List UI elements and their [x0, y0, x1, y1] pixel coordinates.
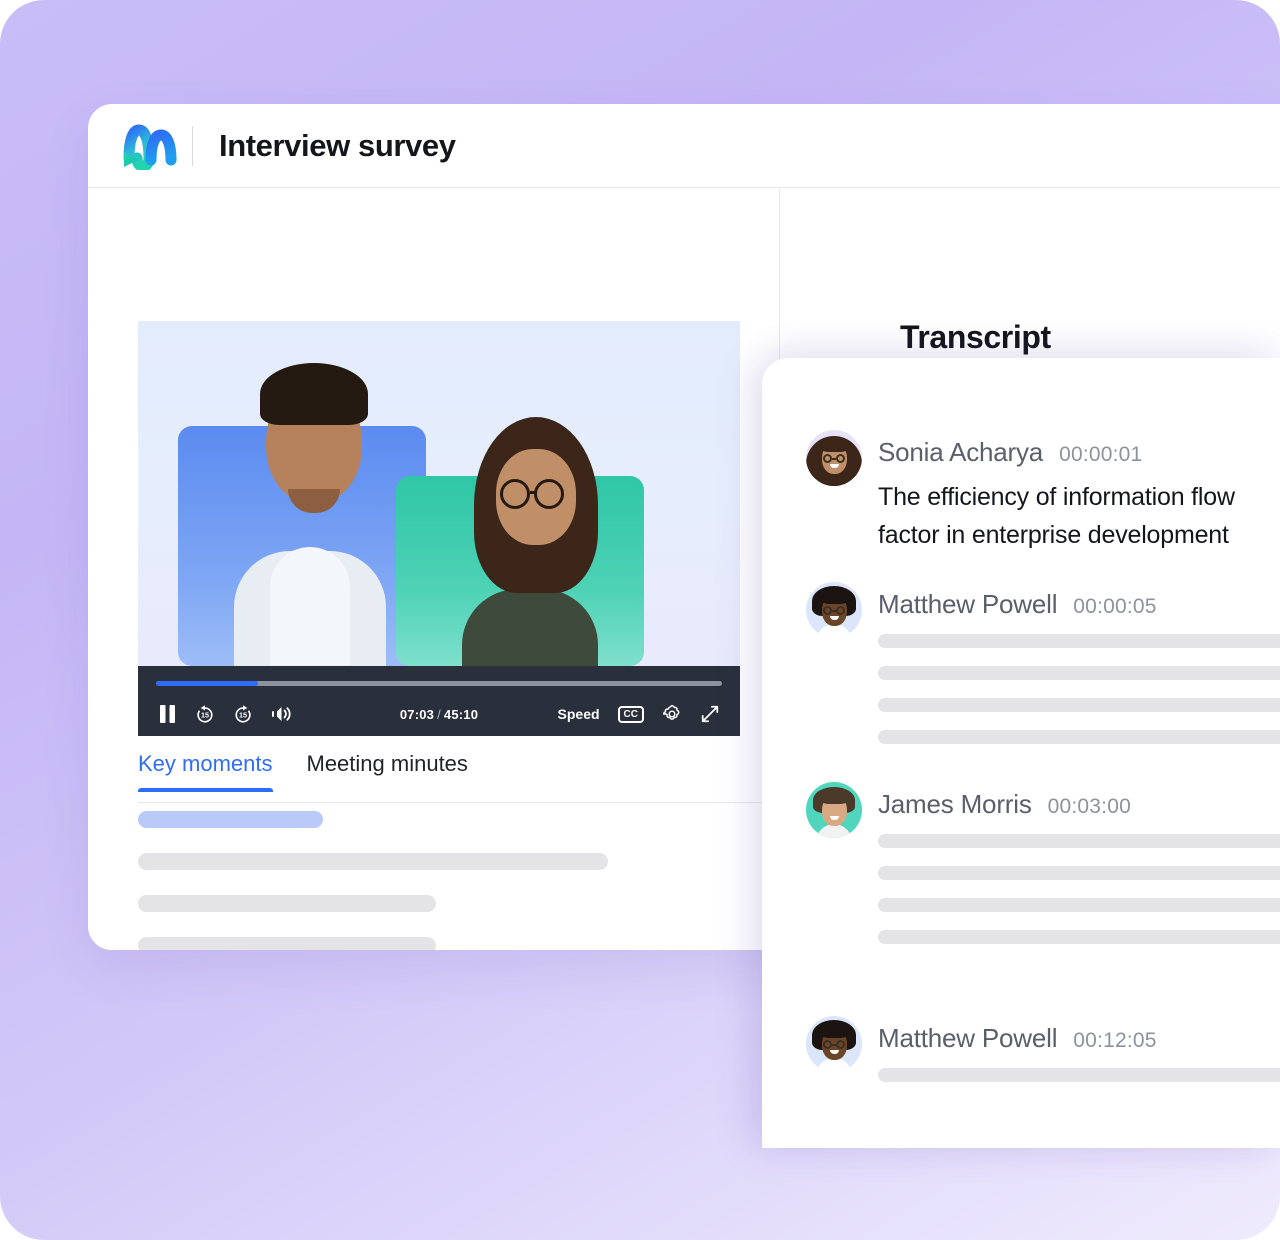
avatar-glasses-bridge — [832, 458, 836, 460]
page-backdrop: Interview survey 07:03 / 45:10 15 15 Spe… — [0, 0, 1280, 1240]
speaker-name: Matthew Powell — [878, 1023, 1058, 1053]
avatar-matthew[interactable] — [806, 1016, 862, 1072]
video-player-controls: 07:03/45:10 15 15 Speed CC — [138, 666, 740, 736]
playback-progress-fill — [156, 681, 258, 686]
expand-icon[interactable] — [700, 704, 720, 724]
avatar-matthew[interactable] — [806, 582, 862, 638]
speed-button[interactable]: Speed — [558, 706, 600, 722]
transcript-skeleton-line — [878, 666, 1280, 680]
speaker-timestamp[interactable]: 00:00:05 — [1073, 595, 1156, 619]
key-moment-line — [138, 937, 436, 950]
key-moment-line — [138, 895, 436, 912]
current-time: 07:03 — [399, 706, 435, 722]
transcript-entries-card: Sonia Acharya 00:00:01 The efficiency of i… — [762, 358, 1280, 1148]
avatar-fringe — [821, 592, 848, 604]
transcript-entry-skeleton — [878, 834, 1280, 962]
transcript-skeleton-line — [878, 634, 1280, 648]
transcript-entry-header: James Morris 00:03:00 — [878, 789, 1131, 820]
avatar-fringe — [821, 792, 848, 804]
avatar-glasses-bridge — [832, 610, 836, 612]
avatar-sonia[interactable] — [806, 430, 862, 486]
transcript-skeleton-line — [878, 898, 1280, 912]
transcript-skeleton-line — [878, 1068, 1280, 1082]
avatar-glasses-right — [836, 606, 845, 615]
playback-progress-bar[interactable] — [156, 681, 722, 686]
tab-key-moments[interactable]: Key moments — [138, 751, 273, 792]
tab-meeting-minutes[interactable]: Meeting minutes — [307, 751, 468, 791]
time-separator: / — [437, 706, 441, 722]
key-moments-list — [138, 811, 779, 950]
transcript-skeleton-line — [878, 698, 1280, 712]
avatar-james[interactable] — [806, 782, 862, 838]
avatar-glasses-right — [836, 1040, 845, 1049]
speaker-name: James Morris — [878, 789, 1032, 819]
app-header: Interview survey — [88, 104, 1280, 188]
transcript-skeleton-line — [878, 730, 1280, 744]
content-tabs: Key moments Meeting minutes — [138, 751, 779, 803]
page-title: Interview survey — [219, 127, 456, 163]
transcript-skeleton-line — [878, 866, 1280, 880]
speaker-timestamp[interactable]: 00:03:00 — [1048, 795, 1131, 819]
video-player-viewport[interactable] — [138, 321, 740, 666]
avatar-glasses-right — [836, 454, 845, 463]
avatar-glasses-left — [823, 1040, 832, 1049]
speaker-name: Matthew Powell — [878, 589, 1058, 619]
video-pane: 07:03/45:10 15 15 Speed CC Key moments M… — [88, 189, 779, 950]
speaker-timestamp[interactable]: 00:00:01 — [1059, 443, 1142, 467]
transcript-entry-header: Matthew Powell 00:12:05 — [878, 1023, 1157, 1054]
transcript-title: Transcript — [900, 319, 1051, 355]
speaker-name: Sonia Acharya — [878, 437, 1044, 467]
key-moment-line — [138, 853, 608, 870]
header-divider — [192, 125, 193, 166]
avatar-glasses-bridge — [832, 1044, 836, 1046]
avatar-glasses-left — [823, 606, 832, 615]
transcript-entry-text: The efficiency of information flow factor… — [878, 478, 1280, 554]
transcript-text-line: The efficiency of information flow — [878, 483, 1235, 511]
transcript-entry-skeleton — [878, 1068, 1280, 1100]
transcript-entry-header: Matthew Powell 00:00:05 — [878, 589, 1157, 620]
avatar-glasses-left — [823, 454, 832, 463]
avatar-fringe — [821, 440, 848, 452]
transcript-text-line: factor in enterprise development — [878, 521, 1229, 549]
movingimage-logo-icon[interactable] — [118, 122, 180, 170]
transcript-skeleton-line — [878, 834, 1280, 848]
key-moment-line — [138, 811, 323, 828]
transcript-skeleton-line — [878, 930, 1280, 944]
transcript-entry-skeleton — [878, 634, 1280, 762]
closed-captions-button[interactable]: CC — [617, 705, 644, 723]
total-time: 45:10 — [443, 706, 479, 722]
transcript-entry-header: Sonia Acharya 00:00:01 — [878, 437, 1142, 468]
gear-icon[interactable] — [662, 704, 682, 724]
avatar-fringe — [821, 1026, 848, 1038]
speaker-timestamp[interactable]: 00:12:05 — [1073, 1029, 1156, 1053]
